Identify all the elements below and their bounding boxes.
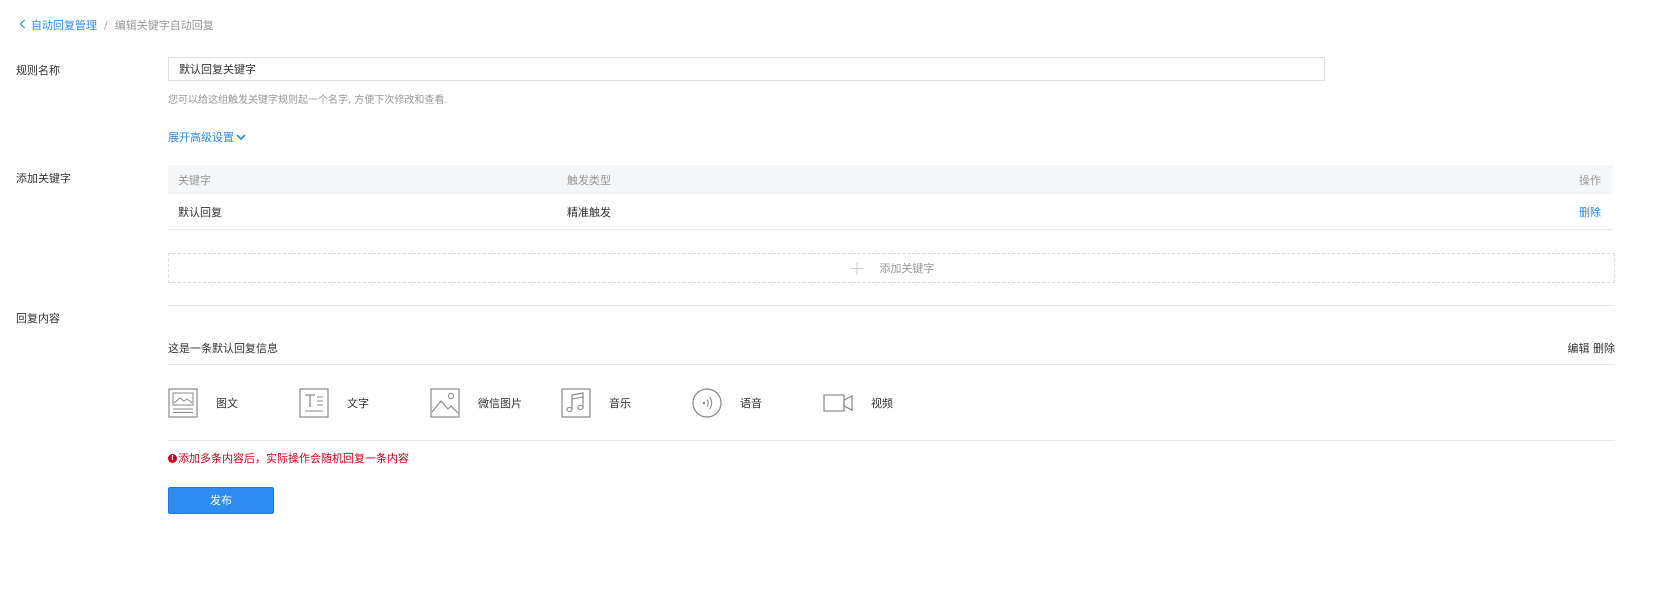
reply-type-label: 音乐 <box>609 397 631 410</box>
section-divider <box>168 305 1615 306</box>
reply-type-text[interactable]: 文字 <box>299 388 430 418</box>
advanced-settings-toggle[interactable]: 展开高级设置 <box>168 129 246 145</box>
plus-icon: + <box>848 256 866 280</box>
column-header-action: 操作 <box>1579 173 1601 187</box>
add-keyword-label: 添加关键字 <box>879 262 935 275</box>
rule-name-hint: 您可以给这组触发关键字规则起一个名字, 方便下次修改和查看. <box>168 95 448 106</box>
delete-keyword-link[interactable]: 删除 <box>1579 204 1601 220</box>
delete-reply-link[interactable]: 删除 <box>1593 342 1615 355</box>
table-row: 默认回复 精准触发 删除 <box>168 194 1613 230</box>
reply-message-actions: 编辑 删除 <box>1568 340 1616 356</box>
rule-name-label: 规则名称 <box>16 64 60 77</box>
table-header: 关键字 触发类型 操作 <box>168 165 1613 194</box>
edit-reply-link[interactable]: 编辑 <box>1568 342 1590 355</box>
reply-divider <box>168 364 1615 365</box>
types-divider <box>168 440 1615 441</box>
column-header-keyword: 关键字 <box>178 173 211 187</box>
news-icon <box>168 388 198 418</box>
keywords-table: 关键字 触发类型 操作 默认回复 精准触发 删除 <box>168 165 1613 230</box>
breadcrumb-separator: / <box>104 18 108 32</box>
publish-button[interactable]: 发布 <box>168 487 274 514</box>
music-icon <box>561 388 591 418</box>
keywords-label: 添加关键字 <box>16 172 71 185</box>
reply-type-voice[interactable]: 语音 <box>692 388 823 418</box>
reply-type-label: 图文 <box>216 397 238 410</box>
add-keyword-button[interactable]: + 添加关键字 <box>168 253 1615 283</box>
column-header-trigger-type: 触发类型 <box>567 173 611 187</box>
reply-type-list: 图文 文字 微信图片 音乐 语音 视频 <box>168 386 954 420</box>
reply-type-label: 文字 <box>347 397 369 410</box>
reply-type-news[interactable]: 图文 <box>168 388 299 418</box>
breadcrumb-current: 编辑关键字自动回复 <box>114 19 214 32</box>
video-icon <box>823 394 853 412</box>
advanced-settings-label: 展开高级设置 <box>168 131 234 144</box>
reply-type-label: 视频 <box>871 397 893 410</box>
text-icon <box>299 388 329 418</box>
reply-type-label: 语音 <box>740 397 762 410</box>
voice-icon <box>692 388 722 418</box>
random-reply-warning: ! 添加多条内容后，实际操作会随机回复一条内容 <box>168 450 409 466</box>
trigger-type-cell: 精准触发 <box>567 205 611 219</box>
reply-content-label: 回复内容 <box>16 312 60 325</box>
reply-type-music[interactable]: 音乐 <box>561 388 692 418</box>
warning-icon: ! <box>168 453 177 463</box>
breadcrumb: 自动回复管理 / 编辑关键字自动回复 <box>19 18 214 32</box>
image-icon <box>430 388 460 418</box>
reply-type-image[interactable]: 微信图片 <box>430 388 561 418</box>
breadcrumb-parent-link[interactable]: 自动回复管理 <box>31 17 97 33</box>
reply-message: 这是一条默认回复信息 <box>168 342 278 355</box>
reply-type-video[interactable]: 视频 <box>823 388 954 418</box>
reply-type-label: 微信图片 <box>478 397 522 410</box>
chevron-left-icon[interactable] <box>19 19 31 32</box>
rule-name-input[interactable] <box>168 57 1325 81</box>
keyword-cell: 默认回复 <box>178 205 222 219</box>
chevron-down-icon <box>236 134 246 141</box>
warning-text: 添加多条内容后，实际操作会随机回复一条内容 <box>178 452 409 465</box>
